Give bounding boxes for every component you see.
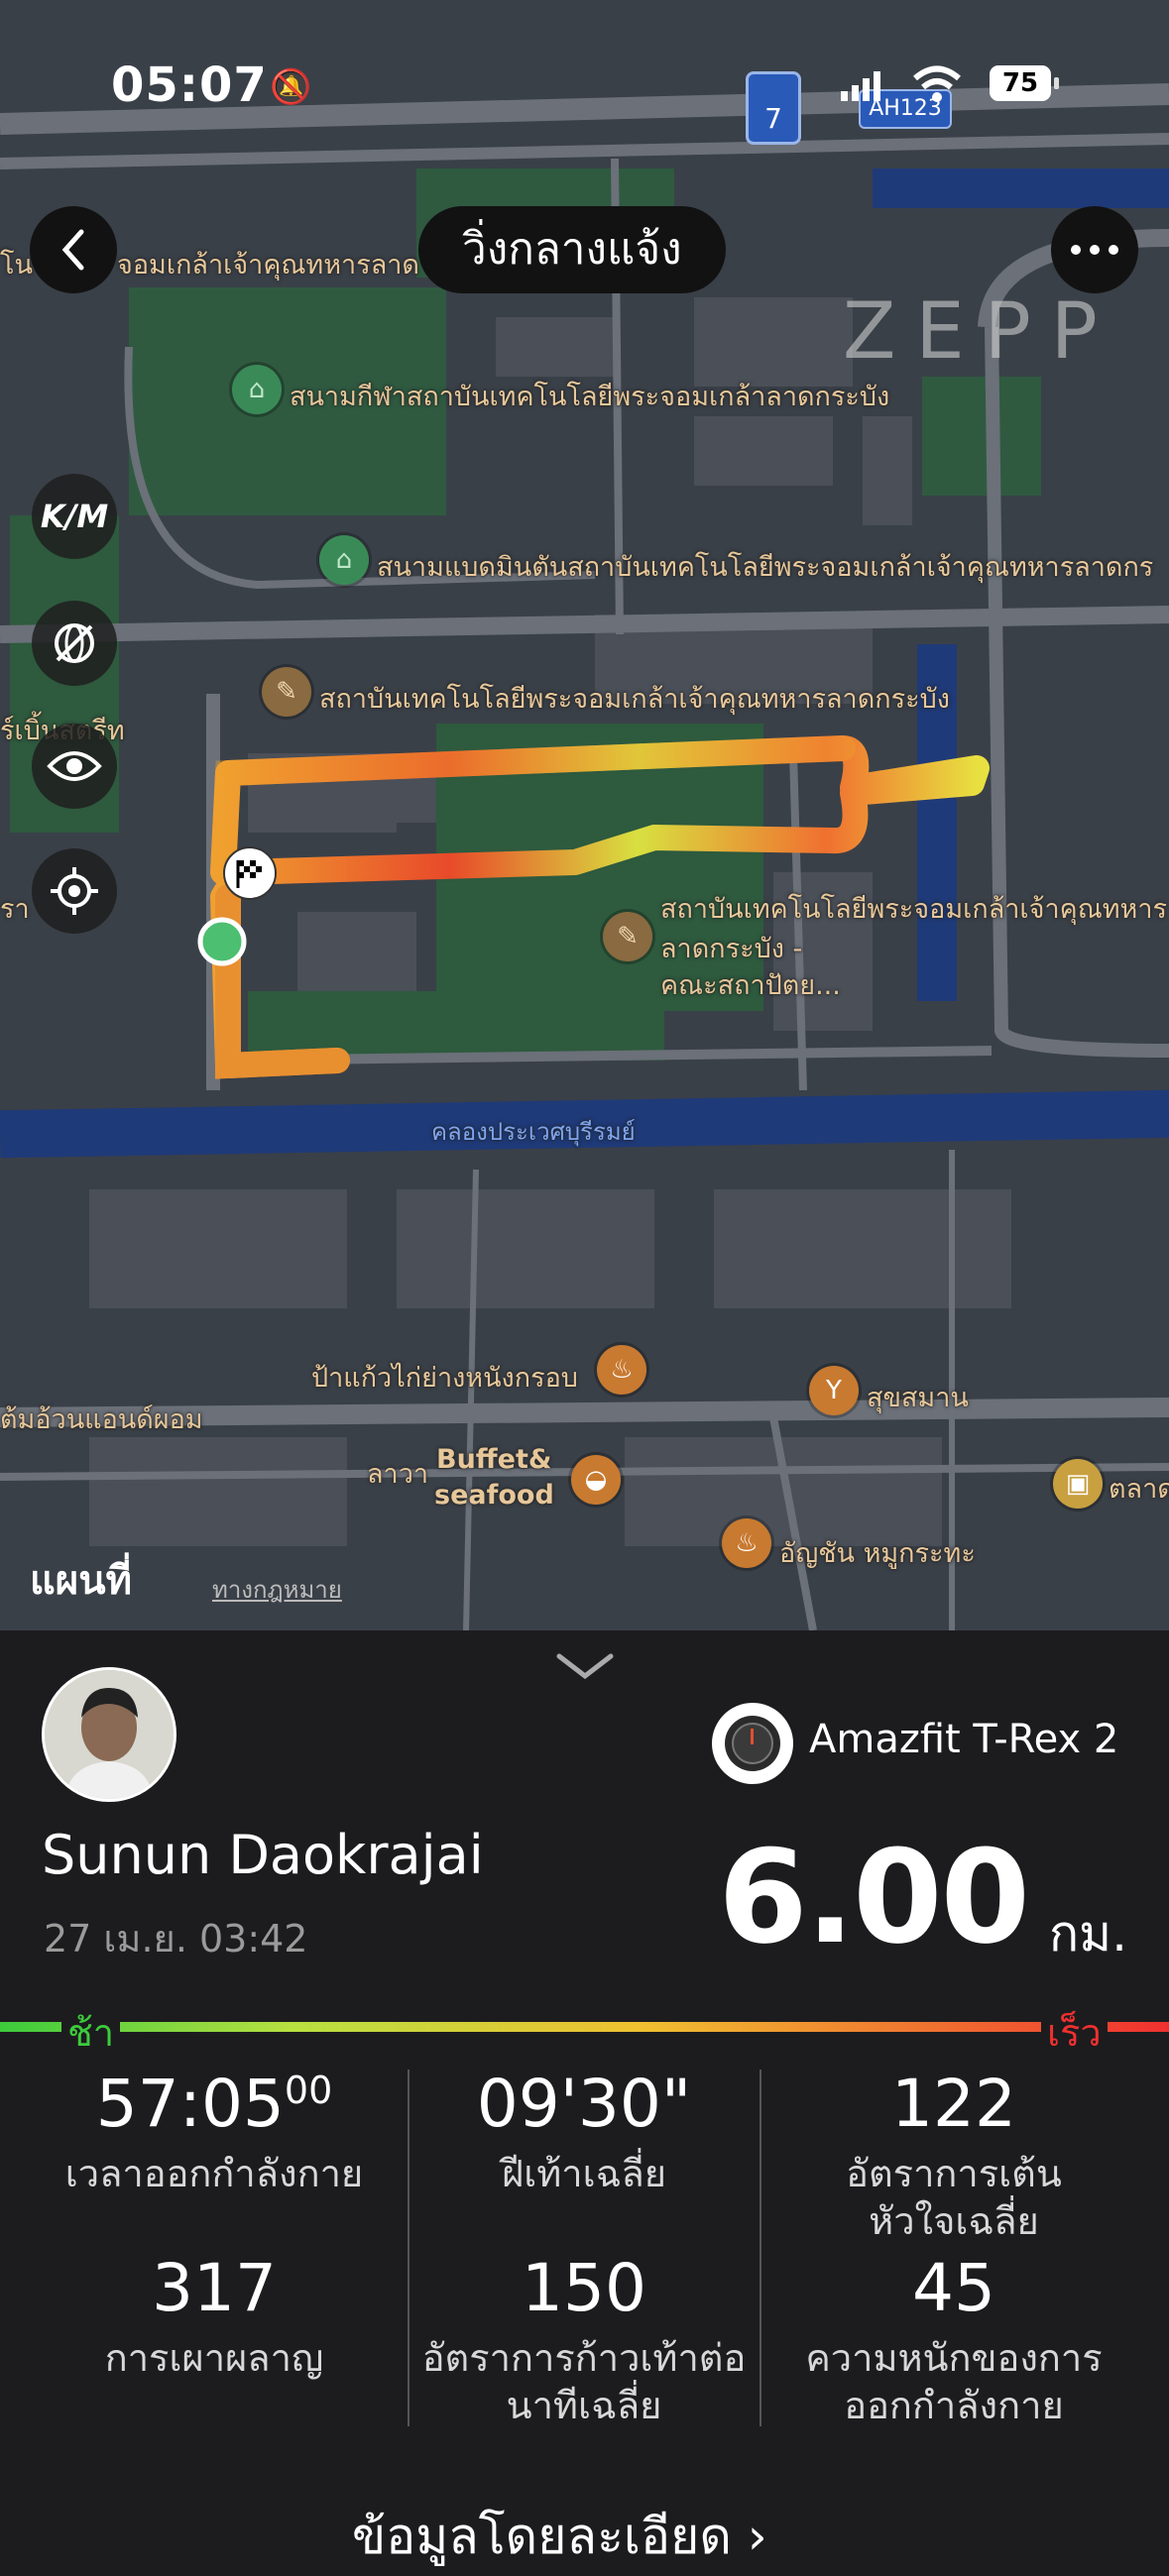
stat-calories: 317 การเผาผลาญ <box>36 2256 393 2383</box>
stat-label: อัตราการก้าวเท้าต่อ นาทีเฉลี่ย <box>421 2336 747 2427</box>
globe-off-icon <box>55 623 94 663</box>
restaurant-icon[interactable]: ◒ <box>571 1455 621 1505</box>
workout-title: วิ่งกลางแจ้ง <box>418 206 726 293</box>
restaurant-icon[interactable]: ♨ <box>597 1345 646 1395</box>
restaurant-icon[interactable]: ♨ <box>722 1518 771 1568</box>
3d-toggle-button[interactable] <box>32 601 117 686</box>
silent-icon: 🔕 <box>270 67 312 107</box>
divider <box>760 2070 761 2426</box>
stat-label: เวลาออกกำลังกาย <box>64 2152 364 2195</box>
start-marker <box>197 917 247 966</box>
poi-label[interactable]: ตลาด <box>1109 1467 1169 1510</box>
divider <box>408 2070 409 2426</box>
wifi-icon <box>912 65 962 107</box>
poi-label[interactable]: ป้าแก้วไก่ย่างหนังกรอบ <box>311 1356 578 1399</box>
poi-label[interactable]: สถาบันเทคโนโลยีพระจอมเกล้าเจ้าคุณทหารลาด… <box>319 677 950 720</box>
collapse-chevron-icon[interactable] <box>555 1650 615 1680</box>
stat-value: 317 <box>152 2250 277 2326</box>
education-icon[interactable]: ✎ <box>603 912 652 961</box>
education-icon[interactable]: ✎ <box>262 667 311 717</box>
distance-value: 6.00 <box>718 1822 1030 1972</box>
market-icon[interactable]: ▣ <box>1053 1459 1103 1509</box>
stat-value: 09'30" <box>476 2066 692 2142</box>
canal-label: คลองประเวศบุรีรมย์ <box>431 1118 636 1146</box>
stat-duration: 57:0500 เวลาออกกำลังกาย <box>36 2072 393 2198</box>
chevron-right-icon: › <box>747 2508 767 2565</box>
stat-label: ความหนักของการ ออกกำลังกาย <box>805 2336 1103 2427</box>
poi-label[interactable]: Buffet& <box>436 1444 551 1475</box>
device-name: Amazfit T-Rex 2 <box>809 1717 1119 1762</box>
pace-color-scale <box>0 2022 1169 2032</box>
poi-label[interactable]: สนามแบดมินตันสถาบันเทคโนโลยีพระจอมเกล้าเ… <box>377 545 1153 588</box>
poi-label[interactable]: อัญชัน หมูกระทะ <box>779 1531 976 1574</box>
chevron-left-icon <box>61 229 84 271</box>
poi-label: โน <box>0 250 33 280</box>
poi-label[interactable]: คณะสถาปัตย... <box>660 963 841 1006</box>
stat-heart-rate: 122 อัตราการเต้น หัวใจเฉลี่ย <box>775 2072 1132 2245</box>
route-map[interactable]: 7 AH123 โน จอมเกล้าเจ้าคุณทหารลาด ⌂ สนาม… <box>0 0 1169 1630</box>
eye-icon <box>47 751 102 781</box>
stat-label: อัตราการเต้น หัวใจเฉลี่ย <box>846 2152 1062 2243</box>
stat-value: 45 <box>912 2250 995 2326</box>
back-button[interactable] <box>30 206 117 293</box>
stat-value-sup: 00 <box>284 2069 333 2112</box>
pace-slow-label: ช้า <box>61 2002 121 2063</box>
detailed-data-link[interactable]: ข้อมูลโดยละเอียด › <box>352 2498 767 2576</box>
stat-value: 122 <box>891 2066 1016 2142</box>
user-name: Sunun Daokrajai <box>42 1824 484 1886</box>
crosshair-icon <box>51 867 98 915</box>
poi-label: รา <box>0 894 30 925</box>
stadium-icon[interactable]: ⌂ <box>319 535 369 585</box>
stat-cadence: 150 อัตราการก้าวเท้าต่อ นาทีเฉลี่ย <box>406 2256 762 2429</box>
poi-label[interactable]: seafood <box>434 1480 554 1511</box>
road-badge-7: 7 <box>746 71 801 145</box>
poi-label[interactable]: สถาบันเทคโนโลยีพระจอมเกล้าเจ้าคุณทหาร <box>660 887 1167 930</box>
km-icon: K/M <box>40 498 109 535</box>
stat-training-load: 45 ความหนักของการ ออกกำลังกาย <box>775 2256 1132 2429</box>
poi-label: ต้มอ้วนแอนด์ผอม <box>0 1404 203 1435</box>
stat-label: การเผาผลาญ <box>104 2336 324 2380</box>
poi-label: จอมเกล้าเจ้าคุณทหารลาด <box>117 250 419 280</box>
poi-label[interactable]: สนามกีฬาสถาบันเทคโนโลยีพระจอมเกล้าลาดกระ… <box>290 375 889 417</box>
pace-fast-label: เร็ว <box>1041 2002 1108 2063</box>
stat-value: 57:05 <box>95 2066 285 2142</box>
locate-button[interactable] <box>32 848 117 934</box>
watch-icon <box>712 1703 793 1784</box>
zepp-logo: ZEPP <box>843 287 1117 377</box>
status-time: 05:07 <box>111 57 268 113</box>
more-button[interactable] <box>1051 206 1138 293</box>
poi-label[interactable]: ลาวา <box>367 1452 428 1495</box>
stat-value: 150 <box>522 2250 646 2326</box>
bar-icon[interactable]: Y <box>809 1366 859 1415</box>
maps-attribution: แผนที่ <box>30 1558 132 1604</box>
legal-link[interactable]: ทางกฎหมาย <box>212 1570 342 1609</box>
workout-date: 27 เม.ย. 03:42 <box>44 1917 308 1960</box>
signal-icon <box>841 71 882 105</box>
avatar[interactable] <box>42 1667 176 1802</box>
battery-indicator: 75 <box>990 65 1059 101</box>
visibility-button[interactable] <box>32 724 117 809</box>
poi-label[interactable]: สุขสมาน <box>867 1376 969 1418</box>
km-toggle-button[interactable]: K/M <box>32 474 117 559</box>
stat-pace: 09'30" ฝีเท้าเฉลี่ย <box>406 2072 762 2198</box>
stat-label: ฝีเท้าเฉลี่ย <box>501 2152 667 2195</box>
stadium-icon[interactable]: ⌂ <box>232 365 282 414</box>
more-icon <box>1071 245 1118 255</box>
profile-photo <box>45 1670 174 1799</box>
distance-unit: กม. <box>1048 1905 1127 1962</box>
